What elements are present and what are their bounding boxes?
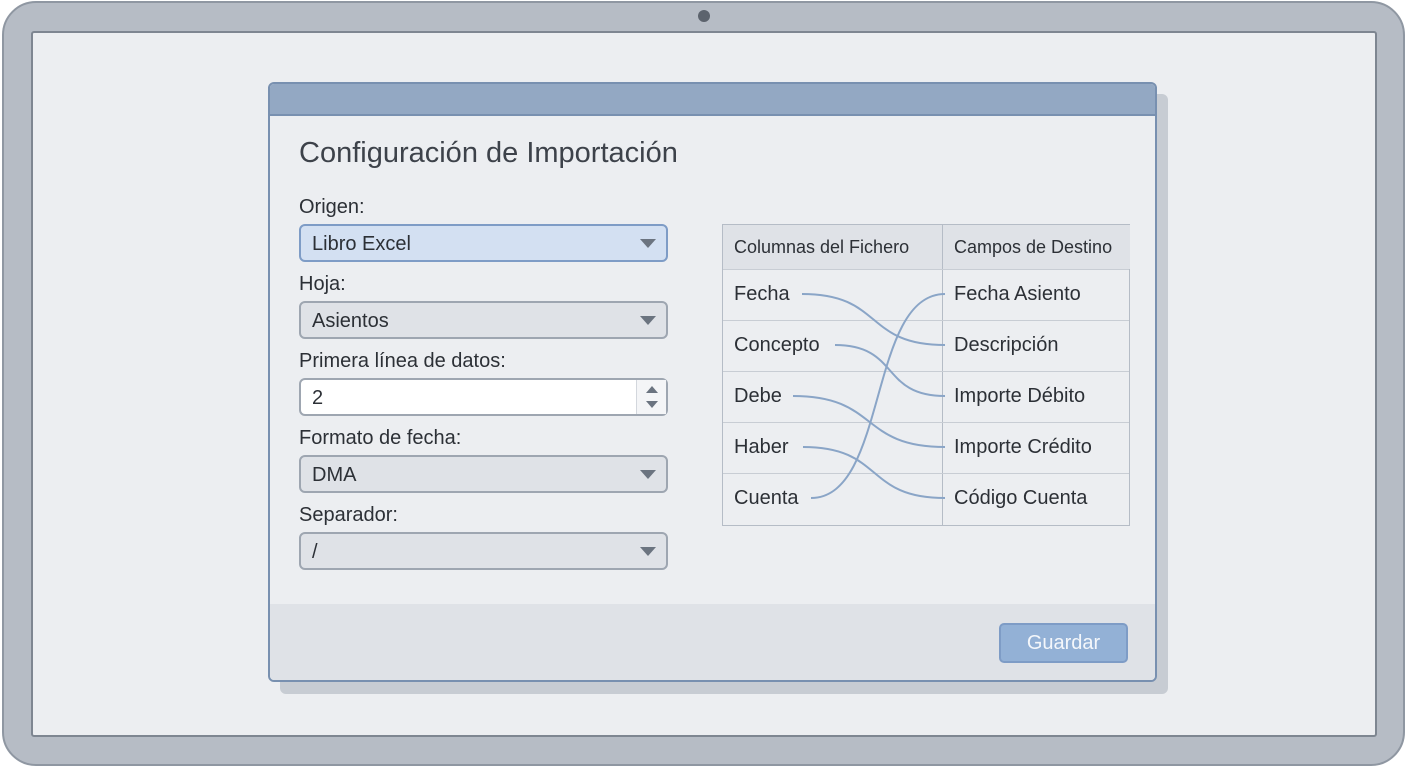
origen-label: Origen: xyxy=(299,196,365,218)
stepper-up-icon[interactable] xyxy=(646,386,658,393)
mapping-link xyxy=(834,344,946,397)
mapping-link xyxy=(802,446,946,499)
mapping-links xyxy=(792,293,946,499)
save-button[interactable]: Guardar xyxy=(999,623,1128,663)
dialog-titlebar[interactable] xyxy=(270,84,1155,116)
mapping-link xyxy=(810,293,946,499)
camera-icon xyxy=(698,10,710,22)
origen-value: Libro Excel xyxy=(312,233,411,255)
hoja-value: Asientos xyxy=(312,310,389,332)
chevron-down-icon xyxy=(640,547,656,556)
separador-select[interactable]: / xyxy=(299,532,668,570)
separador-label: Separador: xyxy=(299,504,398,526)
dialog-title: Configuración de Importación xyxy=(299,137,678,169)
formato-fecha-value: DMA xyxy=(312,464,357,486)
stepper-down-icon[interactable] xyxy=(646,401,658,408)
chevron-down-icon xyxy=(640,316,656,325)
import-settings-dialog: Configuración de Importación Origen: Lib… xyxy=(268,82,1157,682)
primera-linea-value: 2 xyxy=(312,387,324,409)
stepper-buttons xyxy=(636,380,666,414)
chevron-down-icon xyxy=(640,239,656,248)
column-mapping-table: Columnas del Fichero Campos de Destino F… xyxy=(722,224,1130,526)
dialog-footer: Guardar xyxy=(270,604,1155,680)
hoja-label: Hoja: xyxy=(299,273,346,295)
primera-linea-label: Primera línea de datos: xyxy=(299,350,506,372)
formato-fecha-label: Formato de fecha: xyxy=(299,427,462,449)
chevron-down-icon xyxy=(640,470,656,479)
hoja-select[interactable]: Asientos xyxy=(299,301,668,339)
mapping-link xyxy=(792,395,946,448)
separador-value: / xyxy=(312,541,318,563)
origen-select[interactable]: Libro Excel xyxy=(299,224,668,262)
primera-linea-stepper[interactable]: 2 xyxy=(299,378,668,416)
formato-fecha-select[interactable]: DMA xyxy=(299,455,668,493)
